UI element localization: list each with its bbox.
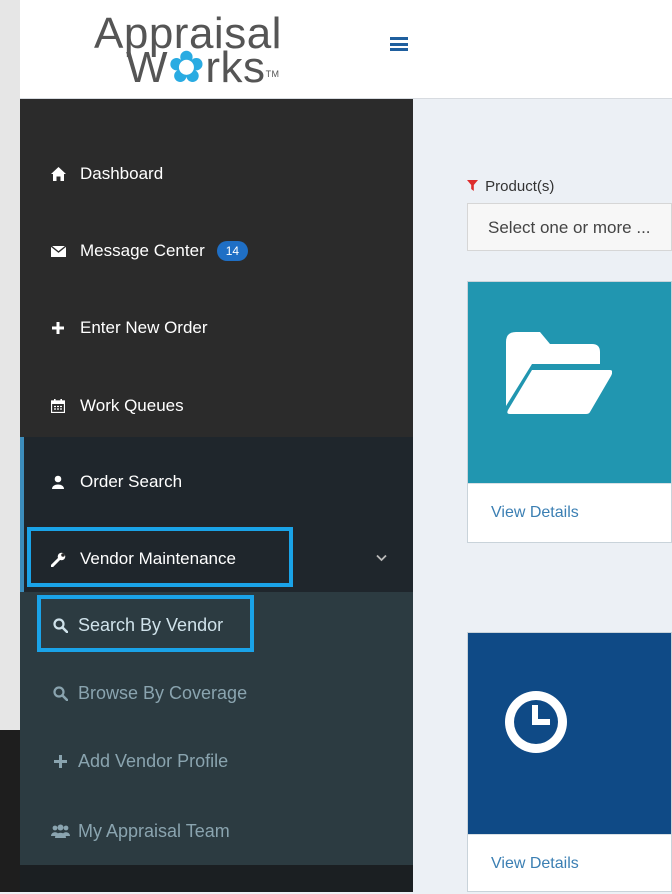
submenu-item-browse-by-coverage[interactable]: Browse By Coverage	[20, 673, 413, 713]
card-body	[468, 282, 671, 483]
dashboard-card-clock[interactable]: View Details	[467, 632, 672, 892]
submenu-item-label: Browse By Coverage	[78, 682, 248, 703]
sidebar-item-label: Work Queues	[80, 396, 184, 415]
sidebar-item-work-queues[interactable]: Work Queues	[20, 386, 413, 426]
logo-text-line2: W✿rksTM	[126, 46, 280, 90]
trademark-mark: TM	[265, 69, 280, 79]
product-filter-label-text: Product(s)	[485, 178, 555, 195]
logo-letters-rks: rks	[205, 43, 266, 92]
filter-icon	[467, 178, 482, 195]
sidebar-item-label: Message Center	[80, 241, 205, 260]
submenu-item-label: My Appraisal Team	[78, 820, 230, 841]
product-filter-select[interactable]: Select one or more ...	[467, 203, 672, 251]
plus-icon	[48, 322, 68, 334]
dashboard-card-folder[interactable]: View Details	[467, 281, 672, 543]
submenu-item-label: Search By Vendor	[78, 614, 224, 635]
view-details-link[interactable]: View Details	[468, 483, 671, 543]
sidebar-item-label: Order Search	[80, 472, 183, 491]
view-details-link[interactable]: View Details	[468, 834, 671, 894]
submenu-item-search-by-vendor[interactable]: Search By Vendor	[20, 605, 413, 645]
sidebar-item-label: Vendor Maintenance	[80, 549, 236, 568]
sidebar: Dashboard Message Center 14 Enter New Or…	[20, 99, 413, 892]
clock-icon	[505, 691, 567, 758]
sidebar-item-label: Dashboard	[80, 164, 164, 183]
home-icon	[48, 167, 68, 181]
user-icon	[48, 475, 68, 489]
product-filter-label: Product(s)	[467, 178, 554, 195]
sidebar-item-enter-new-order[interactable]: Enter New Order	[20, 308, 413, 348]
logo-letter-w: W	[126, 43, 169, 92]
gear-icon: ✿	[168, 43, 206, 92]
folder-open-icon	[506, 332, 613, 419]
submenu-item-my-appraisal-team[interactable]: My Appraisal Team	[20, 811, 413, 851]
sidebar-item-label: Enter New Order	[80, 318, 208, 337]
sidebar-item-vendor-maintenance[interactable]: Vendor Maintenance	[20, 539, 413, 579]
appraisal-works-logo[interactable]: Appraisal W✿rksTM	[94, 12, 284, 92]
plus-icon	[50, 754, 70, 768]
sidebar-item-message-center[interactable]: Message Center 14	[20, 231, 413, 271]
search-icon	[50, 617, 70, 633]
submenu-item-add-vendor-profile[interactable]: Add Vendor Profile	[20, 741, 413, 781]
wrench-icon	[48, 552, 68, 567]
sidebar-item-dashboard[interactable]: Dashboard	[20, 154, 413, 194]
top-header: Appraisal W✿rksTM	[20, 0, 672, 99]
envelope-icon	[48, 245, 68, 257]
sidebar-item-order-search[interactable]: Order Search	[20, 462, 413, 502]
left-gutter	[0, 0, 20, 730]
card-body	[468, 633, 671, 834]
search-icon	[50, 685, 70, 701]
message-count-badge: 14	[216, 241, 249, 261]
chevron-down-icon[interactable]	[376, 549, 387, 565]
hamburger-icon[interactable]	[390, 37, 408, 51]
submenu-item-label: Add Vendor Profile	[78, 750, 229, 771]
users-icon	[50, 824, 70, 838]
left-gutter-dark	[0, 730, 20, 892]
calendar-icon	[48, 399, 68, 413]
